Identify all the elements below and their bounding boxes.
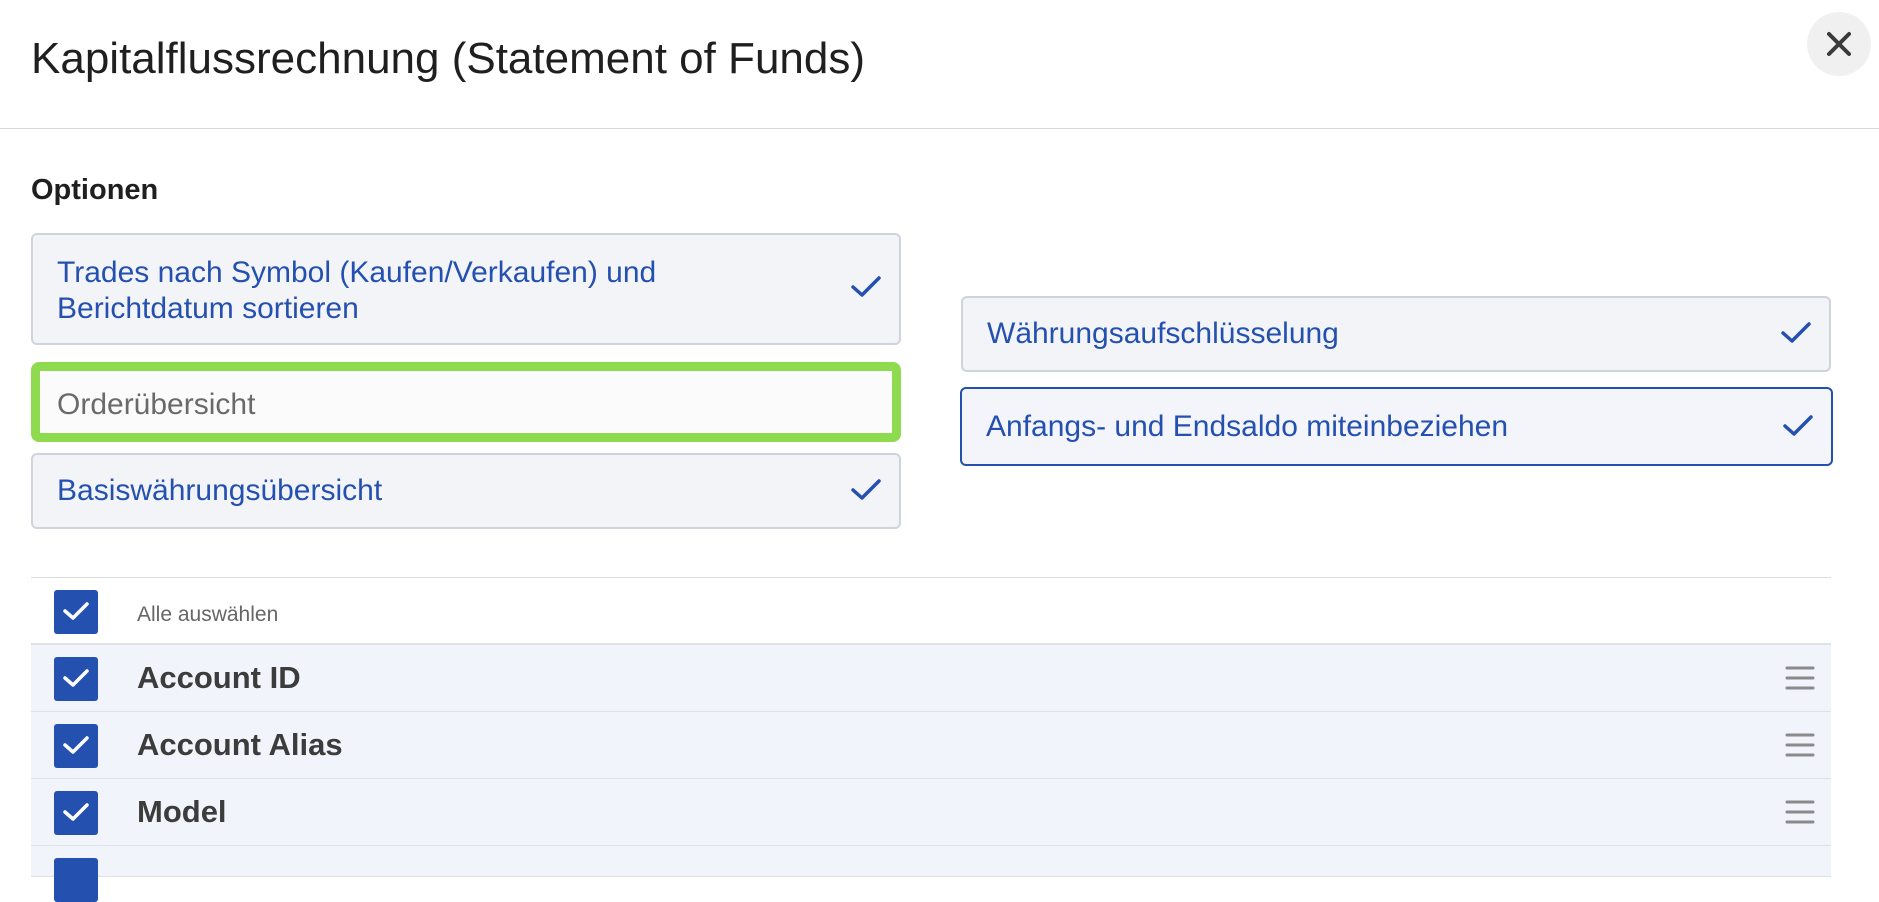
- option-label: Trades nach Symbol (Kaufen/Verkaufen) un…: [57, 256, 657, 325]
- checkmark-icon: [63, 803, 89, 821]
- checkmark-icon: [1781, 322, 1811, 343]
- checkmark-icon: [851, 276, 881, 297]
- checkmark-icon: [63, 602, 89, 620]
- divider: [31, 577, 1831, 578]
- drag-handle-icon[interactable]: [1785, 732, 1815, 758]
- close-button[interactable]: [1807, 12, 1871, 76]
- checkmark-icon: [851, 479, 881, 500]
- drag-handle-icon[interactable]: [1785, 799, 1815, 825]
- checkmark-icon: [1783, 415, 1813, 436]
- select-all-checkbox[interactable]: [54, 590, 98, 634]
- field-label: Model: [137, 794, 227, 829]
- dialog-header: Kapitalflussrechnung (Statement of Funds…: [0, 0, 1879, 129]
- option-label: Orderübersicht: [57, 388, 256, 421]
- option-label: Basiswährungsübersicht: [57, 474, 383, 507]
- option-currency-breakdown[interactable]: Währungsaufschlüsselung: [961, 296, 1831, 372]
- field-label: Account Alias: [137, 727, 343, 762]
- checkmark-icon: [63, 669, 89, 687]
- field-checkbox[interactable]: [54, 724, 98, 768]
- field-checkbox[interactable]: [54, 657, 98, 701]
- option-label: Anfangs- und Endsaldo miteinbeziehen: [986, 410, 1509, 443]
- option-order-summary[interactable]: Orderübersicht: [31, 362, 901, 442]
- field-row: [31, 846, 1831, 902]
- options-heading: Optionen: [31, 174, 159, 206]
- dialog-title: Kapitalflussrechnung (Statement of Funds…: [31, 34, 866, 83]
- option-base-currency-summary[interactable]: Basiswährungsübersicht: [31, 453, 901, 529]
- field-checkbox[interactable]: [54, 791, 98, 835]
- checkmark-icon: [63, 736, 89, 754]
- option-include-opening-closing-balance[interactable]: Anfangs- und Endsaldo miteinbeziehen: [960, 387, 1833, 466]
- field-row: Account ID: [31, 645, 1831, 712]
- field-row: Model: [31, 779, 1831, 846]
- field-row: Account Alias: [31, 712, 1831, 779]
- select-all-label: Alle auswählen: [137, 603, 279, 626]
- drag-handle-icon[interactable]: [1785, 665, 1815, 691]
- close-icon: [1827, 32, 1851, 56]
- option-label: Währungsaufschlüsselung: [987, 317, 1339, 350]
- field-checkbox[interactable]: [54, 858, 98, 902]
- option-sort-trades[interactable]: Trades nach Symbol (Kaufen/Verkaufen) un…: [31, 233, 901, 345]
- field-label: Account ID: [137, 660, 301, 695]
